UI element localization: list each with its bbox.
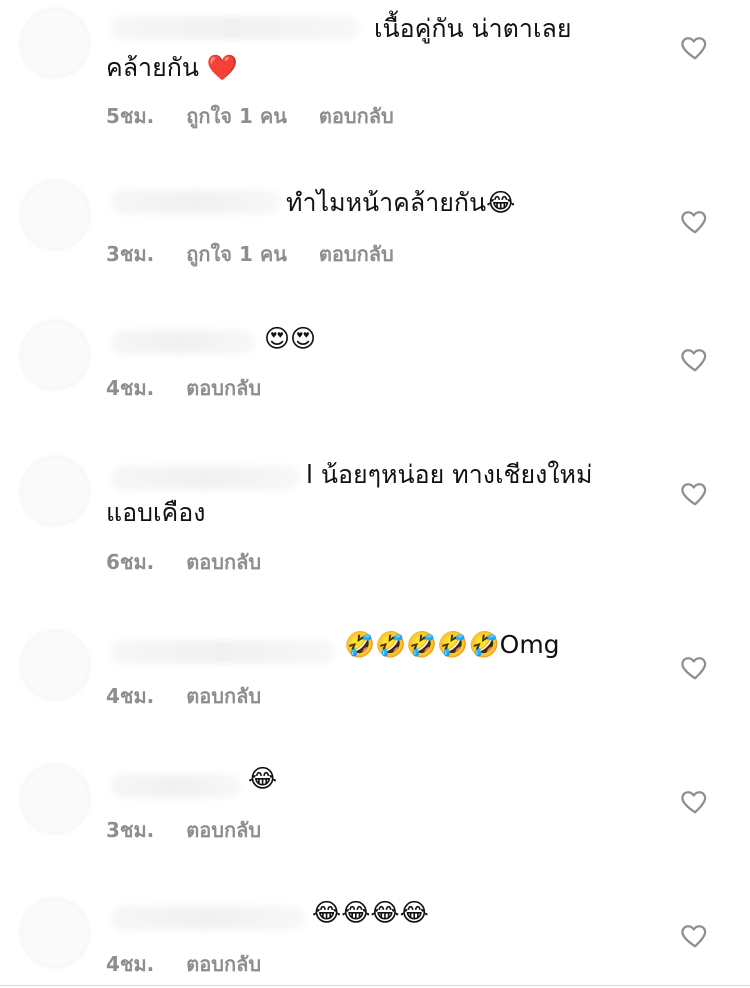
likes-count[interactable]: ถูกใจ 1 คน xyxy=(186,100,287,132)
reply-button[interactable]: ตอบกลับ xyxy=(186,948,261,980)
username-blurred[interactable] xyxy=(110,330,255,354)
username-blurred[interactable] xyxy=(110,906,305,930)
reply-button[interactable]: ตอบกลับ xyxy=(186,680,261,712)
heart-outline-icon[interactable] xyxy=(680,206,710,236)
comment-meta: 3ชม. ตอบกลับ xyxy=(106,814,261,846)
comment-meta: 3ชม. ถูกใจ 1 คน ตอบกลับ xyxy=(106,238,394,270)
comment-text: 🤣🤣🤣🤣🤣Omg xyxy=(344,630,560,659)
comment-time: 6ชม. xyxy=(106,550,155,574)
heart-outline-icon[interactable] xyxy=(680,344,710,374)
comment-text: 😍😍 xyxy=(264,324,317,353)
comment-text: 😂 xyxy=(248,764,278,793)
avatar[interactable] xyxy=(22,900,88,966)
avatar[interactable] xyxy=(22,182,88,248)
avatar[interactable] xyxy=(22,632,88,698)
heart-outline-icon[interactable] xyxy=(680,786,710,816)
bottom-divider xyxy=(0,985,750,986)
comment-text: คล้ายกัน ❤️ xyxy=(106,53,239,82)
heart-outline-icon[interactable] xyxy=(680,32,710,62)
comment-meta: 5ชม. ถูกใจ 1 คน ตอบกลับ xyxy=(106,100,394,132)
reply-button[interactable]: ตอบกลับ xyxy=(186,546,261,578)
reply-button[interactable]: ตอบกลับ xyxy=(319,100,394,132)
comment-time: 4ชม. xyxy=(106,684,155,708)
comment-time: 5ชม. xyxy=(106,104,155,128)
likes-count[interactable]: ถูกใจ 1 คน xyxy=(186,238,287,270)
heart-outline-icon[interactable] xyxy=(680,920,710,950)
username-blurred[interactable] xyxy=(110,774,240,798)
username-blurred[interactable] xyxy=(110,466,300,490)
comment-text: l น้อยๆหน่อย ทางเชียงใหม่ xyxy=(306,460,593,489)
comment-time: 4ชม. xyxy=(106,376,155,400)
comment-meta: 4ชม. ตอบกลับ xyxy=(106,680,261,712)
username-blurred[interactable] xyxy=(110,16,360,40)
heart-outline-icon[interactable] xyxy=(680,652,710,682)
comment-text: ทำไมหน้าคล้ายกัน😂 xyxy=(286,188,516,217)
avatar[interactable] xyxy=(22,766,88,832)
comment-meta: 6ชม. ตอบกลับ xyxy=(106,546,261,578)
comment-text: แอบเคือง xyxy=(106,498,206,527)
heart-outline-icon[interactable] xyxy=(680,478,710,508)
avatar[interactable] xyxy=(22,458,88,524)
comment-time: 3ชม. xyxy=(106,242,155,266)
comment-time: 3ชม. xyxy=(106,818,155,842)
comment-text: เนื้อคู่กัน น่าตาเลย xyxy=(374,14,572,43)
reply-button[interactable]: ตอบกลับ xyxy=(319,238,394,270)
avatar[interactable] xyxy=(22,322,88,388)
comment-meta: 4ชม. ตอบกลับ xyxy=(106,948,261,980)
reply-button[interactable]: ตอบกลับ xyxy=(186,372,261,404)
avatar[interactable] xyxy=(22,10,88,76)
comment-meta: 4ชม. ตอบกลับ xyxy=(106,372,261,404)
reply-button[interactable]: ตอบกลับ xyxy=(186,814,261,846)
username-blurred[interactable] xyxy=(110,640,335,664)
comment-time: 4ชม. xyxy=(106,952,155,976)
comment-text: 😂😂😂😂 xyxy=(312,898,429,927)
username-blurred[interactable] xyxy=(110,190,280,214)
